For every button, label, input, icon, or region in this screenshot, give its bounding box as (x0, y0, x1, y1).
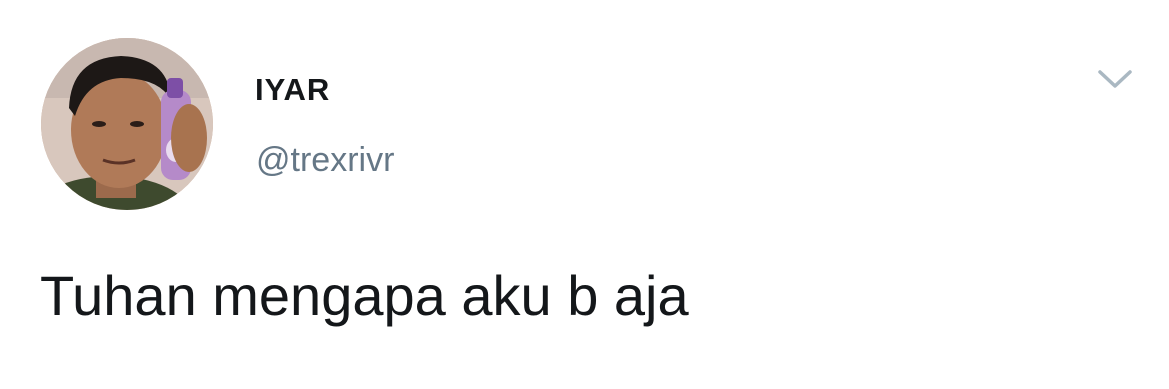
display-name[interactable]: IYAR (255, 74, 330, 105)
avatar-image (41, 38, 213, 210)
tweet-menu-button[interactable] (1094, 64, 1136, 94)
tweet-text: Tuhan mengapa aku b aja (40, 264, 689, 327)
chevron-down-icon (1098, 70, 1132, 88)
avatar[interactable] (41, 38, 213, 210)
tweet-card: IYAR @trexrivr Tuhan mengapa aku b aja (0, 0, 1169, 389)
user-handle[interactable]: @trexrivr (256, 143, 394, 177)
